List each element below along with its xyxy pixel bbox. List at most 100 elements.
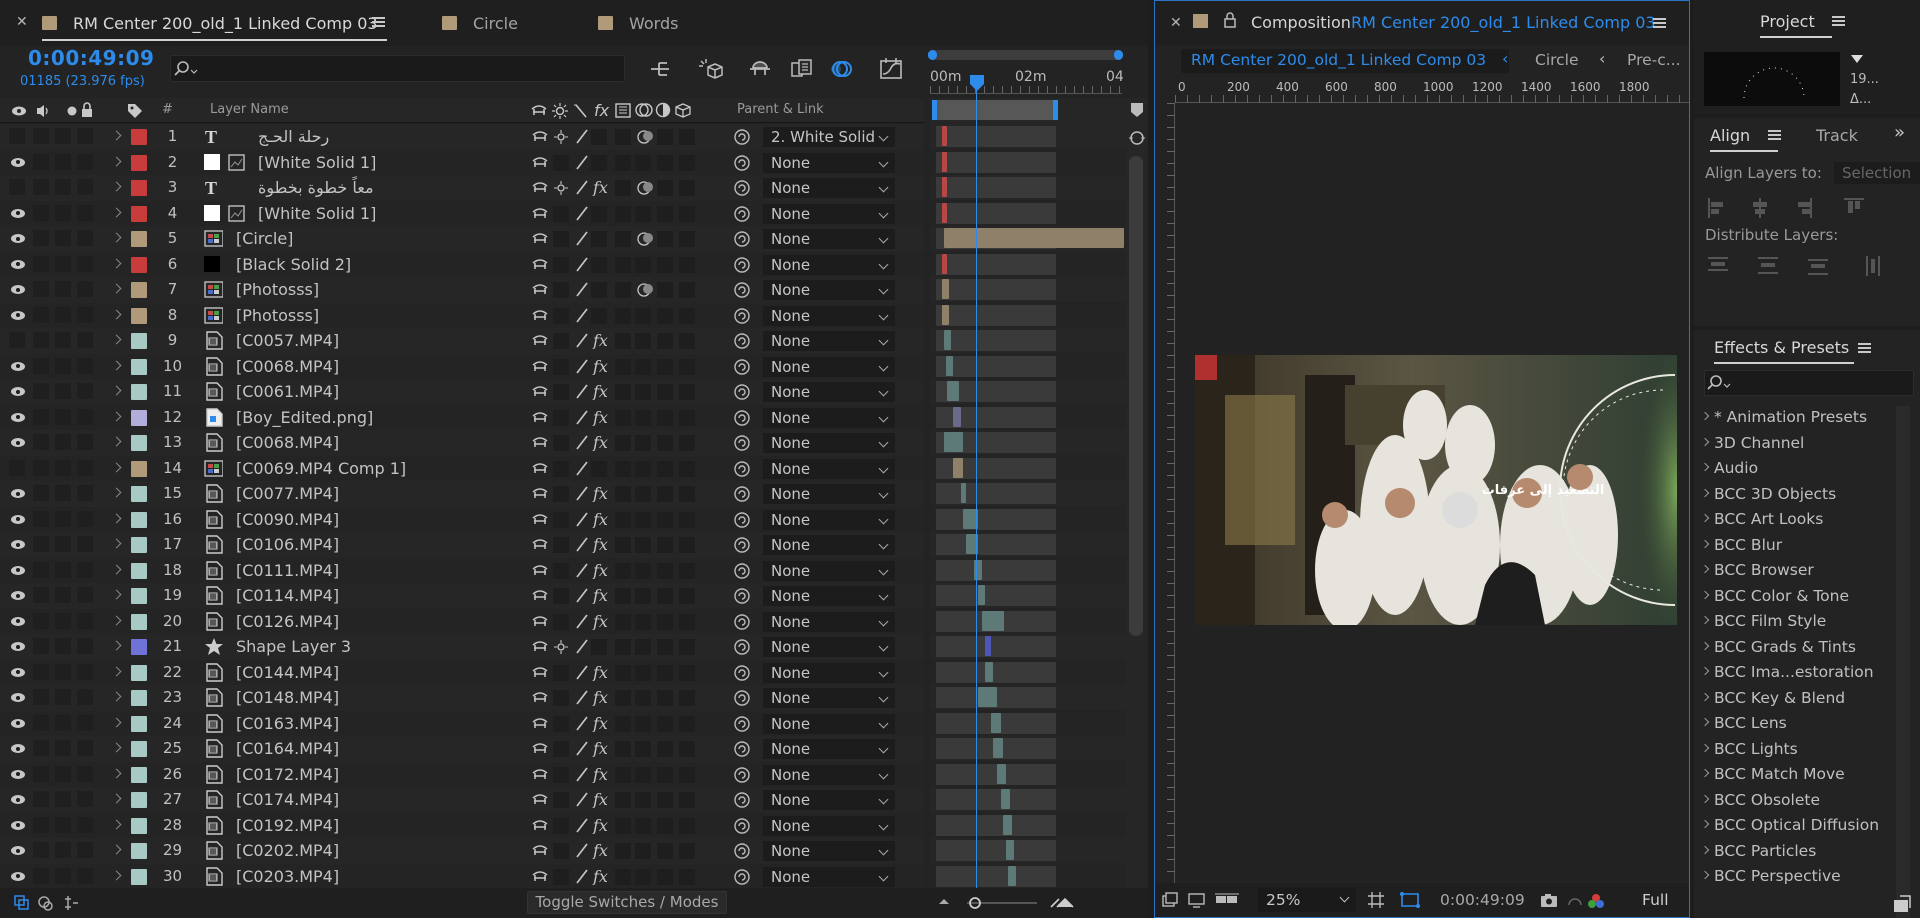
video-toggle[interactable] xyxy=(9,332,25,348)
layer-switches[interactable]: fx xyxy=(531,613,701,630)
audio-toggle[interactable] xyxy=(33,230,49,246)
effects-category-item[interactable]: BCC Color & Tone xyxy=(1700,587,1849,605)
layer-duration-bar[interactable] xyxy=(941,177,948,197)
lock-toggle[interactable] xyxy=(77,765,93,782)
layer-switches[interactable]: fx xyxy=(531,689,701,706)
tab-circle[interactable]: Circle xyxy=(442,10,518,36)
effects-search-input[interactable] xyxy=(1704,370,1914,396)
expand-arrow-icon[interactable] xyxy=(111,462,122,472)
layer-duration-bar[interactable] xyxy=(953,406,961,427)
eye-icon[interactable] xyxy=(11,208,25,218)
flow-item-precomp[interactable]: Pre-c... xyxy=(1627,51,1681,69)
expand-arrow-icon[interactable] xyxy=(111,334,122,345)
effects-category-item[interactable]: BCC Lights xyxy=(1700,740,1798,758)
effects-title[interactable]: Effects & Presets xyxy=(1714,338,1849,357)
pickwhip-icon[interactable] xyxy=(733,638,751,656)
solo-toggle[interactable] xyxy=(55,663,71,680)
expand-arrow-icon[interactable] xyxy=(111,640,122,651)
eye-icon[interactable] xyxy=(11,846,25,855)
solo-toggle[interactable] xyxy=(55,153,71,170)
layer-name[interactable]: [Photosss] xyxy=(236,277,319,302)
layer-switches[interactable]: fx xyxy=(531,791,701,808)
viewer-timecode[interactable]: 0:00:49:09 xyxy=(1440,891,1525,909)
lock-toggle[interactable] xyxy=(77,179,93,195)
parent-dropdown[interactable]: None xyxy=(763,254,895,275)
layer-row[interactable]: 11 [C0061.MP4] fx None xyxy=(0,379,924,405)
pickwhip-icon[interactable] xyxy=(733,256,751,274)
solo-toggle[interactable] xyxy=(55,281,71,297)
parent-dropdown[interactable]: 2. White Solid xyxy=(763,127,895,147)
parent-dropdown[interactable]: None xyxy=(763,662,895,683)
video-toggle[interactable] xyxy=(9,459,25,476)
lock-toggle[interactable] xyxy=(77,204,93,221)
layer-duration-bar[interactable] xyxy=(977,585,986,605)
layer-name[interactable]: [Photosss] xyxy=(236,303,319,328)
effects-category-item[interactable]: Audio xyxy=(1700,459,1758,477)
label-color-swatch[interactable] xyxy=(131,460,147,477)
lock-toggle[interactable] xyxy=(77,255,93,272)
eye-icon[interactable] xyxy=(11,489,25,498)
layer-name[interactable]: [C0203.MP4] xyxy=(236,864,339,889)
parent-dropdown[interactable]: None xyxy=(763,688,895,708)
lock-toggle[interactable] xyxy=(77,536,93,552)
effects-category-item[interactable]: BCC Browser xyxy=(1700,561,1814,579)
effects-category-item[interactable]: BCC Key & Blend xyxy=(1700,689,1845,707)
label-color-swatch[interactable] xyxy=(131,333,147,349)
lock-toggle[interactable] xyxy=(77,587,93,603)
eye-icon[interactable] xyxy=(11,310,25,320)
tab-linked-comp-03[interactable]: RM Center 200_old_1 Linked Comp 03 xyxy=(42,10,378,36)
label-color-swatch[interactable] xyxy=(131,843,147,859)
align-buttons-row[interactable] xyxy=(1706,196,1916,222)
layer-row[interactable]: 3 T معاً خطوة بخطوة fx None xyxy=(0,175,924,201)
eye-icon[interactable] xyxy=(11,769,25,779)
layer-duration-bar[interactable] xyxy=(1008,865,1016,886)
audio-toggle[interactable] xyxy=(33,255,49,272)
effects-category-item[interactable]: BCC Optical Diffusion xyxy=(1700,816,1879,834)
layer-row[interactable]: 2 [White Solid 1] None xyxy=(0,149,924,175)
eye-icon[interactable] xyxy=(11,744,25,753)
layer-name[interactable]: [C0069.MP4 Comp 1] xyxy=(236,456,406,481)
layer-search-input[interactable] xyxy=(170,55,625,82)
eye-icon[interactable] xyxy=(11,795,25,804)
composition-flowchart-icon[interactable] xyxy=(648,56,674,82)
pickwhip-icon[interactable] xyxy=(733,868,751,886)
pickwhip-icon[interactable] xyxy=(733,307,751,325)
layer-name[interactable]: [C0106.MP4] xyxy=(236,532,339,557)
layer-switches[interactable]: fx xyxy=(531,562,701,579)
layer-switches[interactable]: fx xyxy=(531,868,701,885)
lock-toggle[interactable] xyxy=(77,689,93,705)
layer-name[interactable]: [C0172.MP4] xyxy=(236,762,339,787)
solo-toggle[interactable] xyxy=(55,842,71,858)
layer-duration-bar[interactable] xyxy=(941,253,948,274)
composition-viewer[interactable]: التصعيد إلى عرفات xyxy=(1176,103,1689,881)
solo-toggle[interactable] xyxy=(55,408,71,425)
audio-toggle[interactable] xyxy=(33,332,49,348)
layer-duration-bar[interactable] xyxy=(993,738,1003,758)
effects-category-item[interactable]: 3D Channel xyxy=(1700,434,1804,452)
label-color-swatch[interactable] xyxy=(131,180,147,196)
effects-scrollbar[interactable] xyxy=(1896,406,1910,918)
eye-icon[interactable] xyxy=(11,157,25,167)
audio-toggle[interactable] xyxy=(33,689,49,705)
pickwhip-icon[interactable] xyxy=(733,332,751,350)
composition-name[interactable]: RM Center 200_old_1 Linked Comp 03 xyxy=(1351,13,1656,32)
close-tab-icon[interactable]: ✕ xyxy=(16,14,28,30)
lock-toggle[interactable] xyxy=(77,867,93,884)
pickwhip-icon[interactable] xyxy=(733,715,751,733)
layer-switches[interactable]: fx xyxy=(531,536,701,553)
solo-toggle[interactable] xyxy=(55,510,71,527)
audio-toggle[interactable] xyxy=(33,765,49,782)
solo-toggle[interactable] xyxy=(55,230,71,246)
label-color-swatch[interactable] xyxy=(131,435,147,451)
audio-toggle[interactable] xyxy=(33,561,49,578)
pickwhip-icon[interactable] xyxy=(733,587,751,605)
time-ruler[interactable] xyxy=(930,86,1122,94)
effects-category-item[interactable]: BCC Obsolete xyxy=(1700,791,1820,809)
label-color-swatch[interactable] xyxy=(131,358,147,375)
project-menu-icon[interactable] xyxy=(1832,16,1845,26)
snapshot-channel-icons[interactable] xyxy=(1539,891,1639,911)
audio-toggle[interactable] xyxy=(33,587,49,603)
audio-toggle[interactable] xyxy=(33,663,49,680)
pickwhip-icon[interactable] xyxy=(733,205,751,223)
resolution-value[interactable]: Full xyxy=(1642,891,1669,909)
